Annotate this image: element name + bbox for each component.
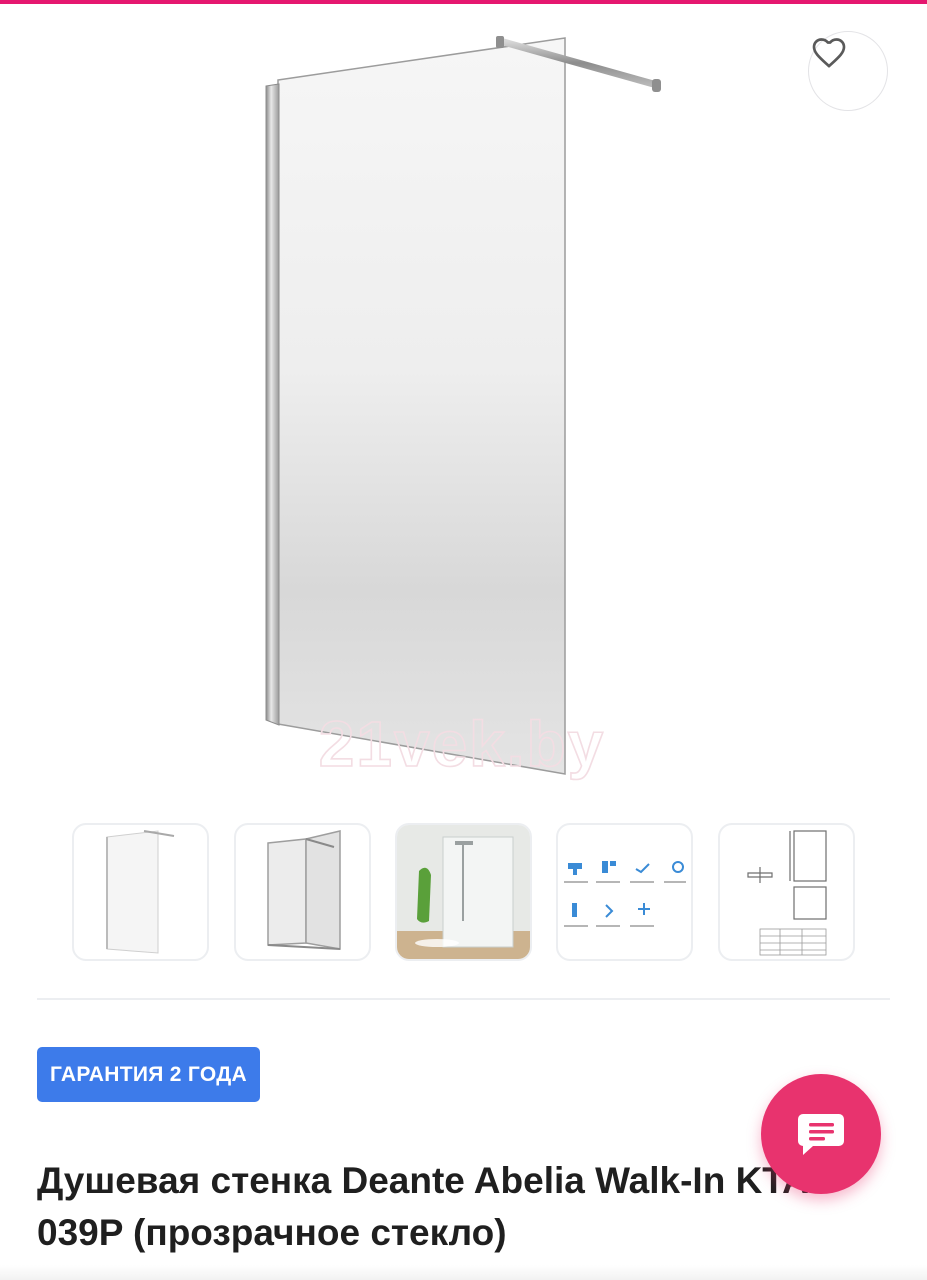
thumbnail-4[interactable] [556,823,693,961]
thumbnail-1[interactable] [72,823,209,961]
thumbnail-3[interactable] [395,823,532,961]
product-main-image[interactable]: 21vek.by [0,4,927,804]
watermark: 21vek.by [319,708,605,780]
chat-button[interactable] [761,1074,881,1194]
bottom-edge [0,1265,927,1280]
chat-bubble-icon [798,1114,844,1155]
heart-outline-icon [812,38,846,68]
glass-panel [277,37,566,775]
thumbnail-strip [72,823,856,961]
thumbnail-2[interactable] [234,823,371,961]
section-divider [37,998,890,1000]
warranty-badge: ГАРАНТИЯ 2 ГОДА [37,1047,260,1102]
favorite-button[interactable] [808,31,888,111]
wall-profile [265,83,280,726]
product-title: Душевая стенка Deante Abelia Walk-In KTA… [37,1160,808,1253]
shower-wall-illustration: 21vek.by [265,36,661,781]
thumbnail-5[interactable] [718,823,855,961]
